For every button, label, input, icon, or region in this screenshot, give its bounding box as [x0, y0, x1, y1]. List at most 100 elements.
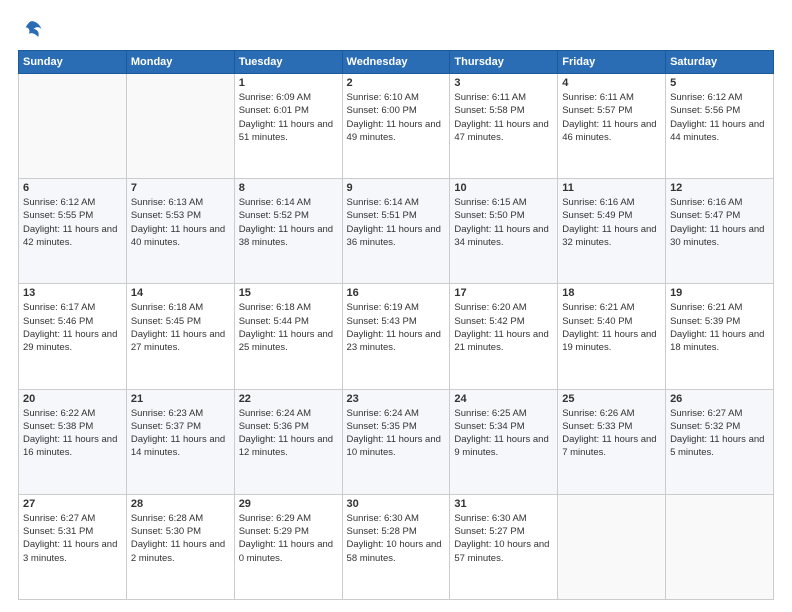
day-number: 11 [562, 182, 661, 194]
cell-content: Sunrise: 6:14 AM Sunset: 5:51 PM Dayligh… [347, 196, 446, 249]
calendar-cell: 30 Sunrise: 6:30 AM Sunset: 5:28 PM Dayli… [342, 494, 450, 599]
calendar-header-row: SundayMondayTuesdayWednesdayThursdayFrid… [19, 51, 774, 74]
cell-content: Sunrise: 6:16 AM Sunset: 5:49 PM Dayligh… [562, 196, 661, 249]
day-number: 21 [131, 393, 230, 405]
calendar-table: SundayMondayTuesdayWednesdayThursdayFrid… [18, 50, 774, 600]
calendar-cell: 2Sunrise: 6:10 AM Sunset: 6:00 PM Daylig… [342, 74, 450, 179]
calendar-cell: 23 Sunrise: 6:24 AM Sunset: 5:35 PM Dayli… [342, 389, 450, 494]
cell-content: Sunrise: 6:24 AM Sunset: 5:36 PM Dayligh… [239, 407, 338, 460]
cell-content: Sunrise: 6:28 AM Sunset: 5:30 PM Dayligh… [131, 512, 230, 565]
cell-content: Sunrise: 6:10 AM Sunset: 6:00 PM Dayligh… [347, 91, 446, 144]
day-number: 24 [454, 393, 553, 405]
cell-content: Sunrise: 6:27 AM Sunset: 5:31 PM Dayligh… [23, 512, 122, 565]
day-number: 18 [562, 287, 661, 299]
calendar-cell: 26 Sunrise: 6:27 AM Sunset: 5:32 PM Dayli… [666, 389, 774, 494]
cell-content: Sunrise: 6:14 AM Sunset: 5:52 PM Dayligh… [239, 196, 338, 249]
calendar-cell: 7 Sunrise: 6:13 AM Sunset: 5:53 PM Daylig… [126, 179, 234, 284]
cell-content: Sunrise: 6:21 AM Sunset: 5:39 PM Dayligh… [670, 301, 769, 354]
cell-content: Sunrise: 6:18 AM Sunset: 5:44 PM Dayligh… [239, 301, 338, 354]
header-sunday: Sunday [19, 51, 127, 74]
cell-content: Sunrise: 6:21 AM Sunset: 5:40 PM Dayligh… [562, 301, 661, 354]
day-number: 22 [239, 393, 338, 405]
day-number: 13 [23, 287, 122, 299]
calendar-cell: 17 Sunrise: 6:20 AM Sunset: 5:42 PM Dayli… [450, 284, 558, 389]
calendar-cell [558, 494, 666, 599]
cell-content: Sunrise: 6:30 AM Sunset: 5:27 PM Dayligh… [454, 512, 553, 565]
header-thursday: Thursday [450, 51, 558, 74]
cell-content: Sunrise: 6:29 AM Sunset: 5:29 PM Dayligh… [239, 512, 338, 565]
calendar-week-row: 6Sunrise: 6:12 AM Sunset: 5:55 PM Daylig… [19, 179, 774, 284]
day-number: 19 [670, 287, 769, 299]
day-number: 20 [23, 393, 122, 405]
day-number: 23 [347, 393, 446, 405]
calendar-cell [666, 494, 774, 599]
calendar-cell: 25 Sunrise: 6:26 AM Sunset: 5:33 PM Dayli… [558, 389, 666, 494]
cell-content: Sunrise: 6:12 AM Sunset: 5:55 PM Dayligh… [23, 196, 122, 249]
cell-content: Sunrise: 6:13 AM Sunset: 5:53 PM Dayligh… [131, 196, 230, 249]
calendar-week-row: 1Sunrise: 6:09 AM Sunset: 6:01 PM Daylig… [19, 74, 774, 179]
calendar-cell: 19 Sunrise: 6:21 AM Sunset: 5:39 PM Dayli… [666, 284, 774, 389]
calendar-cell: 14 Sunrise: 6:18 AM Sunset: 5:45 PM Dayli… [126, 284, 234, 389]
day-number: 17 [454, 287, 553, 299]
cell-content: Sunrise: 6:20 AM Sunset: 5:42 PM Dayligh… [454, 301, 553, 354]
day-number: 12 [670, 182, 769, 194]
cell-content: Sunrise: 6:25 AM Sunset: 5:34 PM Dayligh… [454, 407, 553, 460]
day-number: 14 [131, 287, 230, 299]
day-number: 26 [670, 393, 769, 405]
day-number: 30 [347, 498, 446, 510]
cell-content: Sunrise: 6:18 AM Sunset: 5:45 PM Dayligh… [131, 301, 230, 354]
calendar-cell: 1Sunrise: 6:09 AM Sunset: 6:01 PM Daylig… [234, 74, 342, 179]
calendar-cell [126, 74, 234, 179]
calendar-cell: 20Sunrise: 6:22 AM Sunset: 5:38 PM Dayli… [19, 389, 127, 494]
day-number: 15 [239, 287, 338, 299]
cell-content: Sunrise: 6:15 AM Sunset: 5:50 PM Dayligh… [454, 196, 553, 249]
day-number: 27 [23, 498, 122, 510]
day-number: 9 [347, 182, 446, 194]
logo-bird-icon [21, 18, 43, 40]
header-wednesday: Wednesday [342, 51, 450, 74]
calendar-cell: 22 Sunrise: 6:24 AM Sunset: 5:36 PM Dayli… [234, 389, 342, 494]
cell-content: Sunrise: 6:16 AM Sunset: 5:47 PM Dayligh… [670, 196, 769, 249]
day-number: 4 [562, 77, 661, 89]
calendar-cell: 12 Sunrise: 6:16 AM Sunset: 5:47 PM Dayli… [666, 179, 774, 284]
day-number: 8 [239, 182, 338, 194]
calendar-cell: 6Sunrise: 6:12 AM Sunset: 5:55 PM Daylig… [19, 179, 127, 284]
header-saturday: Saturday [666, 51, 774, 74]
day-number: 3 [454, 77, 553, 89]
cell-content: Sunrise: 6:11 AM Sunset: 5:58 PM Dayligh… [454, 91, 553, 144]
calendar-cell: 27 Sunrise: 6:27 AM Sunset: 5:31 PM Dayli… [19, 494, 127, 599]
cell-content: Sunrise: 6:23 AM Sunset: 5:37 PM Dayligh… [131, 407, 230, 460]
calendar-cell: 10 Sunrise: 6:15 AM Sunset: 5:50 PM Dayli… [450, 179, 558, 284]
cell-content: Sunrise: 6:27 AM Sunset: 5:32 PM Dayligh… [670, 407, 769, 460]
day-number: 31 [454, 498, 553, 510]
day-number: 25 [562, 393, 661, 405]
calendar-cell: 21 Sunrise: 6:23 AM Sunset: 5:37 PM Dayli… [126, 389, 234, 494]
cell-content: Sunrise: 6:30 AM Sunset: 5:28 PM Dayligh… [347, 512, 446, 565]
day-number: 5 [670, 77, 769, 89]
header-tuesday: Tuesday [234, 51, 342, 74]
calendar-cell: 4 Sunrise: 6:11 AM Sunset: 5:57 PM Daylig… [558, 74, 666, 179]
header-friday: Friday [558, 51, 666, 74]
cell-content: Sunrise: 6:09 AM Sunset: 6:01 PM Dayligh… [239, 91, 338, 144]
calendar-cell [19, 74, 127, 179]
page-header [18, 18, 774, 40]
cell-content: Sunrise: 6:24 AM Sunset: 5:35 PM Dayligh… [347, 407, 446, 460]
calendar-cell: 5 Sunrise: 6:12 AM Sunset: 5:56 PM Daylig… [666, 74, 774, 179]
day-number: 28 [131, 498, 230, 510]
calendar-week-row: 20Sunrise: 6:22 AM Sunset: 5:38 PM Dayli… [19, 389, 774, 494]
calendar-cell: 31 Sunrise: 6:30 AM Sunset: 5:27 PM Dayli… [450, 494, 558, 599]
calendar-week-row: 13 Sunrise: 6:17 AM Sunset: 5:46 PM Dayli… [19, 284, 774, 389]
calendar-cell: 28 Sunrise: 6:28 AM Sunset: 5:30 PM Dayli… [126, 494, 234, 599]
cell-content: Sunrise: 6:26 AM Sunset: 5:33 PM Dayligh… [562, 407, 661, 460]
day-number: 10 [454, 182, 553, 194]
logo [18, 18, 43, 40]
cell-content: Sunrise: 6:19 AM Sunset: 5:43 PM Dayligh… [347, 301, 446, 354]
calendar-cell: 18 Sunrise: 6:21 AM Sunset: 5:40 PM Dayli… [558, 284, 666, 389]
cell-content: Sunrise: 6:17 AM Sunset: 5:46 PM Dayligh… [23, 301, 122, 354]
calendar-cell: 24 Sunrise: 6:25 AM Sunset: 5:34 PM Dayli… [450, 389, 558, 494]
cell-content: Sunrise: 6:11 AM Sunset: 5:57 PM Dayligh… [562, 91, 661, 144]
calendar-cell: 16Sunrise: 6:19 AM Sunset: 5:43 PM Dayli… [342, 284, 450, 389]
cell-content: Sunrise: 6:12 AM Sunset: 5:56 PM Dayligh… [670, 91, 769, 144]
calendar-cell: 15 Sunrise: 6:18 AM Sunset: 5:44 PM Dayli… [234, 284, 342, 389]
day-number: 7 [131, 182, 230, 194]
